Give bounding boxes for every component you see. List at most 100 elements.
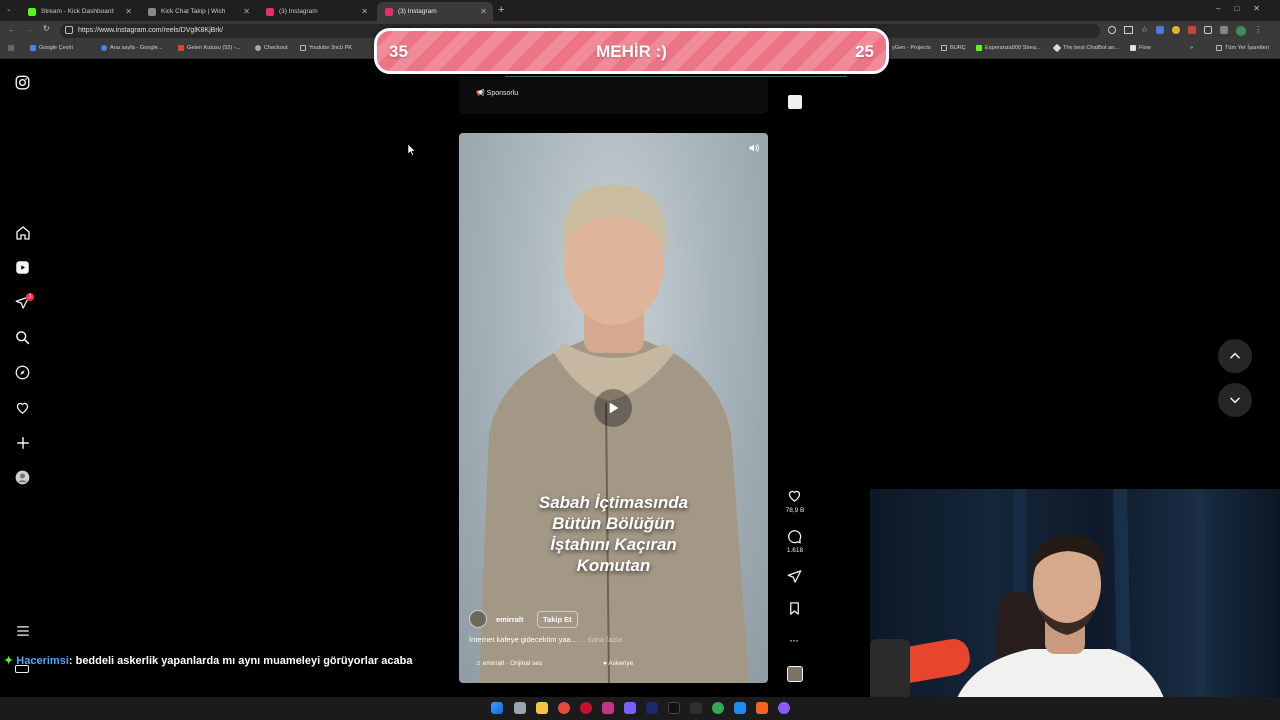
bookmark-youtube[interactable]: Youtube 3ncü PK xyxy=(300,45,352,51)
opera-icon[interactable] xyxy=(580,702,592,714)
tab-title: Stream - Kick Dashboard xyxy=(41,8,114,15)
reel-description: İnternet kafeye gidecektim yaa... ... da… xyxy=(469,635,623,644)
profile-avatar[interactable] xyxy=(1236,26,1247,36)
install-icon[interactable] xyxy=(1124,26,1133,34)
music-note-icon: ♫ xyxy=(476,660,481,667)
previous-reel-button[interactable] xyxy=(1218,339,1252,373)
new-tab-button[interactable]: + xyxy=(498,4,504,16)
extension-icon[interactable] xyxy=(1188,26,1197,34)
tab-kick-dashboard[interactable]: Stream - Kick Dashboard ✕ xyxy=(20,2,138,21)
photoshop-icon[interactable] xyxy=(646,702,658,714)
sponsored-thumb-icon[interactable] xyxy=(788,95,802,109)
audio-thumbnail[interactable] xyxy=(787,666,803,682)
home-icon[interactable] xyxy=(14,224,31,241)
sponsored-label: 📢 Sponsorlu xyxy=(476,90,519,97)
app-icon[interactable] xyxy=(756,702,768,714)
follow-button[interactable]: Takip Et xyxy=(537,611,578,628)
reload-icon[interactable]: ↻ xyxy=(43,24,50,33)
back-icon[interactable]: ← xyxy=(8,25,16,34)
more-menu-icon[interactable] xyxy=(14,622,31,639)
star-icon[interactable]: ☆ xyxy=(1141,26,1148,36)
more-link[interactable]: ... daha fazla xyxy=(579,635,622,644)
share-icon[interactable] xyxy=(787,569,802,584)
bookmark-checkout[interactable]: Checkout xyxy=(255,45,288,51)
stream-chat-message: ✦ Hacerimsi: beddeli askerlik yapanlarda… xyxy=(4,654,412,667)
instagram-logo-icon[interactable] xyxy=(14,74,31,91)
messenger-icon[interactable] xyxy=(624,702,636,714)
extension-icon[interactable] xyxy=(1172,26,1181,34)
save-bookmark-icon[interactable] xyxy=(787,601,802,616)
play-button[interactable] xyxy=(594,389,632,427)
next-reel-button[interactable] xyxy=(1218,383,1252,417)
tab-title: (3) Instagram xyxy=(398,8,437,15)
tab-title: Kick Chat Takip | Wich xyxy=(161,8,226,15)
instagram-app-icon[interactable] xyxy=(602,702,614,714)
audio-track[interactable]: ♫ emirralt · Orijinal ses xyxy=(476,660,542,667)
reel-caption-line: İştahını Kaçıran xyxy=(550,535,677,554)
reels-icon[interactable] xyxy=(14,259,31,276)
zoom-icon[interactable] xyxy=(1108,26,1116,34)
author-avatar[interactable] xyxy=(469,610,487,628)
like-icon[interactable] xyxy=(787,488,802,503)
bookmark-ygen[interactable]: yGen - Projects xyxy=(892,45,931,51)
author-username[interactable]: emirralt xyxy=(496,615,524,624)
obs-icon[interactable] xyxy=(690,702,702,714)
edge-icon[interactable] xyxy=(734,702,746,714)
bookmark-gmail[interactable]: Gelen Kutusu (52) -... xyxy=(178,45,240,51)
mouse-cursor-icon xyxy=(408,144,416,156)
more-options-icon[interactable]: ··· xyxy=(789,633,799,647)
tab-kick-chat[interactable]: Kick Chat Takip | Wich ✕ xyxy=(140,2,256,21)
tab-instagram[interactable]: (3) Instagram ✕ xyxy=(258,2,374,21)
site-info-icon[interactable] xyxy=(65,26,73,34)
globe-icon xyxy=(148,7,156,16)
extension-icon[interactable] xyxy=(1156,26,1165,34)
notifications-heart-icon[interactable] xyxy=(14,399,31,416)
window-controls: –□✕ xyxy=(1216,4,1274,13)
chevron-down-icon xyxy=(1230,397,1240,404)
url-text: https://www.instagram.com/reels/DVglK8Kj… xyxy=(78,27,224,34)
menu-icon[interactable]: ⋮ xyxy=(1254,26,1262,36)
tiktok-icon[interactable] xyxy=(668,702,680,714)
file-explorer-icon[interactable] xyxy=(536,702,548,714)
bookmark-burc[interactable]: BURÇ xyxy=(941,45,966,51)
cta-bar[interactable] xyxy=(505,74,847,77)
stream-counter-overlay: 35 MEHİR :) 25 xyxy=(374,28,889,74)
profile-avatar-icon[interactable] xyxy=(14,469,31,486)
extension-icon[interactable] xyxy=(1220,26,1229,34)
bookmark-esperanza[interactable]: Esperanza000 Strea... xyxy=(976,45,1041,51)
search-icon[interactable] xyxy=(14,329,31,346)
bookmark-google-translate[interactable]: Google Çeviri xyxy=(30,45,73,51)
reel-caption-line: Komutan xyxy=(576,556,651,575)
all-bookmarks[interactable]: Tüm Yer İşaretleri xyxy=(1216,45,1269,51)
bookmark-google-home[interactable]: Ana sayfa - Google... xyxy=(101,45,163,51)
close-tab-icon[interactable]: ✕ xyxy=(125,7,132,16)
webcam-overlay xyxy=(870,489,1280,720)
location-tag[interactable]: ● Askeriye xyxy=(603,660,633,667)
forward-icon[interactable]: → xyxy=(26,25,34,34)
more-bookmarks-icon[interactable]: » xyxy=(1190,45,1193,51)
tab-instagram-active[interactable]: (3) Instagram ✕ xyxy=(377,2,493,21)
windows-start-icon[interactable] xyxy=(491,702,503,714)
extensions-area: ☆ ⋮ xyxy=(1108,26,1262,36)
puzzle-icon[interactable] xyxy=(1204,26,1213,34)
app-icon[interactable] xyxy=(778,702,790,714)
apps-icon[interactable] xyxy=(8,45,17,51)
reel-caption-line: Bütün Bölüğün xyxy=(552,514,675,533)
chrome-active-icon[interactable] xyxy=(712,702,724,714)
tab-search-icon[interactable]: ⌄ xyxy=(6,5,16,15)
chrome-icon[interactable] xyxy=(558,702,570,714)
close-tab-icon[interactable]: ✕ xyxy=(243,7,250,16)
task-view-icon[interactable] xyxy=(514,702,526,714)
close-tab-icon[interactable]: ✕ xyxy=(361,7,368,16)
bookmark-chatbot[interactable]: The best ChatBot an... xyxy=(1052,43,1119,53)
bookmark-flow[interactable]: Flow xyxy=(1130,45,1151,51)
tab-title: (3) Instagram xyxy=(279,8,318,15)
kick-icon xyxy=(28,7,36,16)
volume-icon[interactable] xyxy=(748,142,760,154)
create-plus-icon[interactable] xyxy=(14,434,31,451)
explore-icon[interactable] xyxy=(14,364,31,381)
chat-badge-icon: ✦ xyxy=(4,655,14,667)
comment-icon[interactable] xyxy=(787,529,802,544)
os-taskbar xyxy=(0,697,1280,720)
close-tab-icon[interactable]: ✕ xyxy=(480,7,487,16)
